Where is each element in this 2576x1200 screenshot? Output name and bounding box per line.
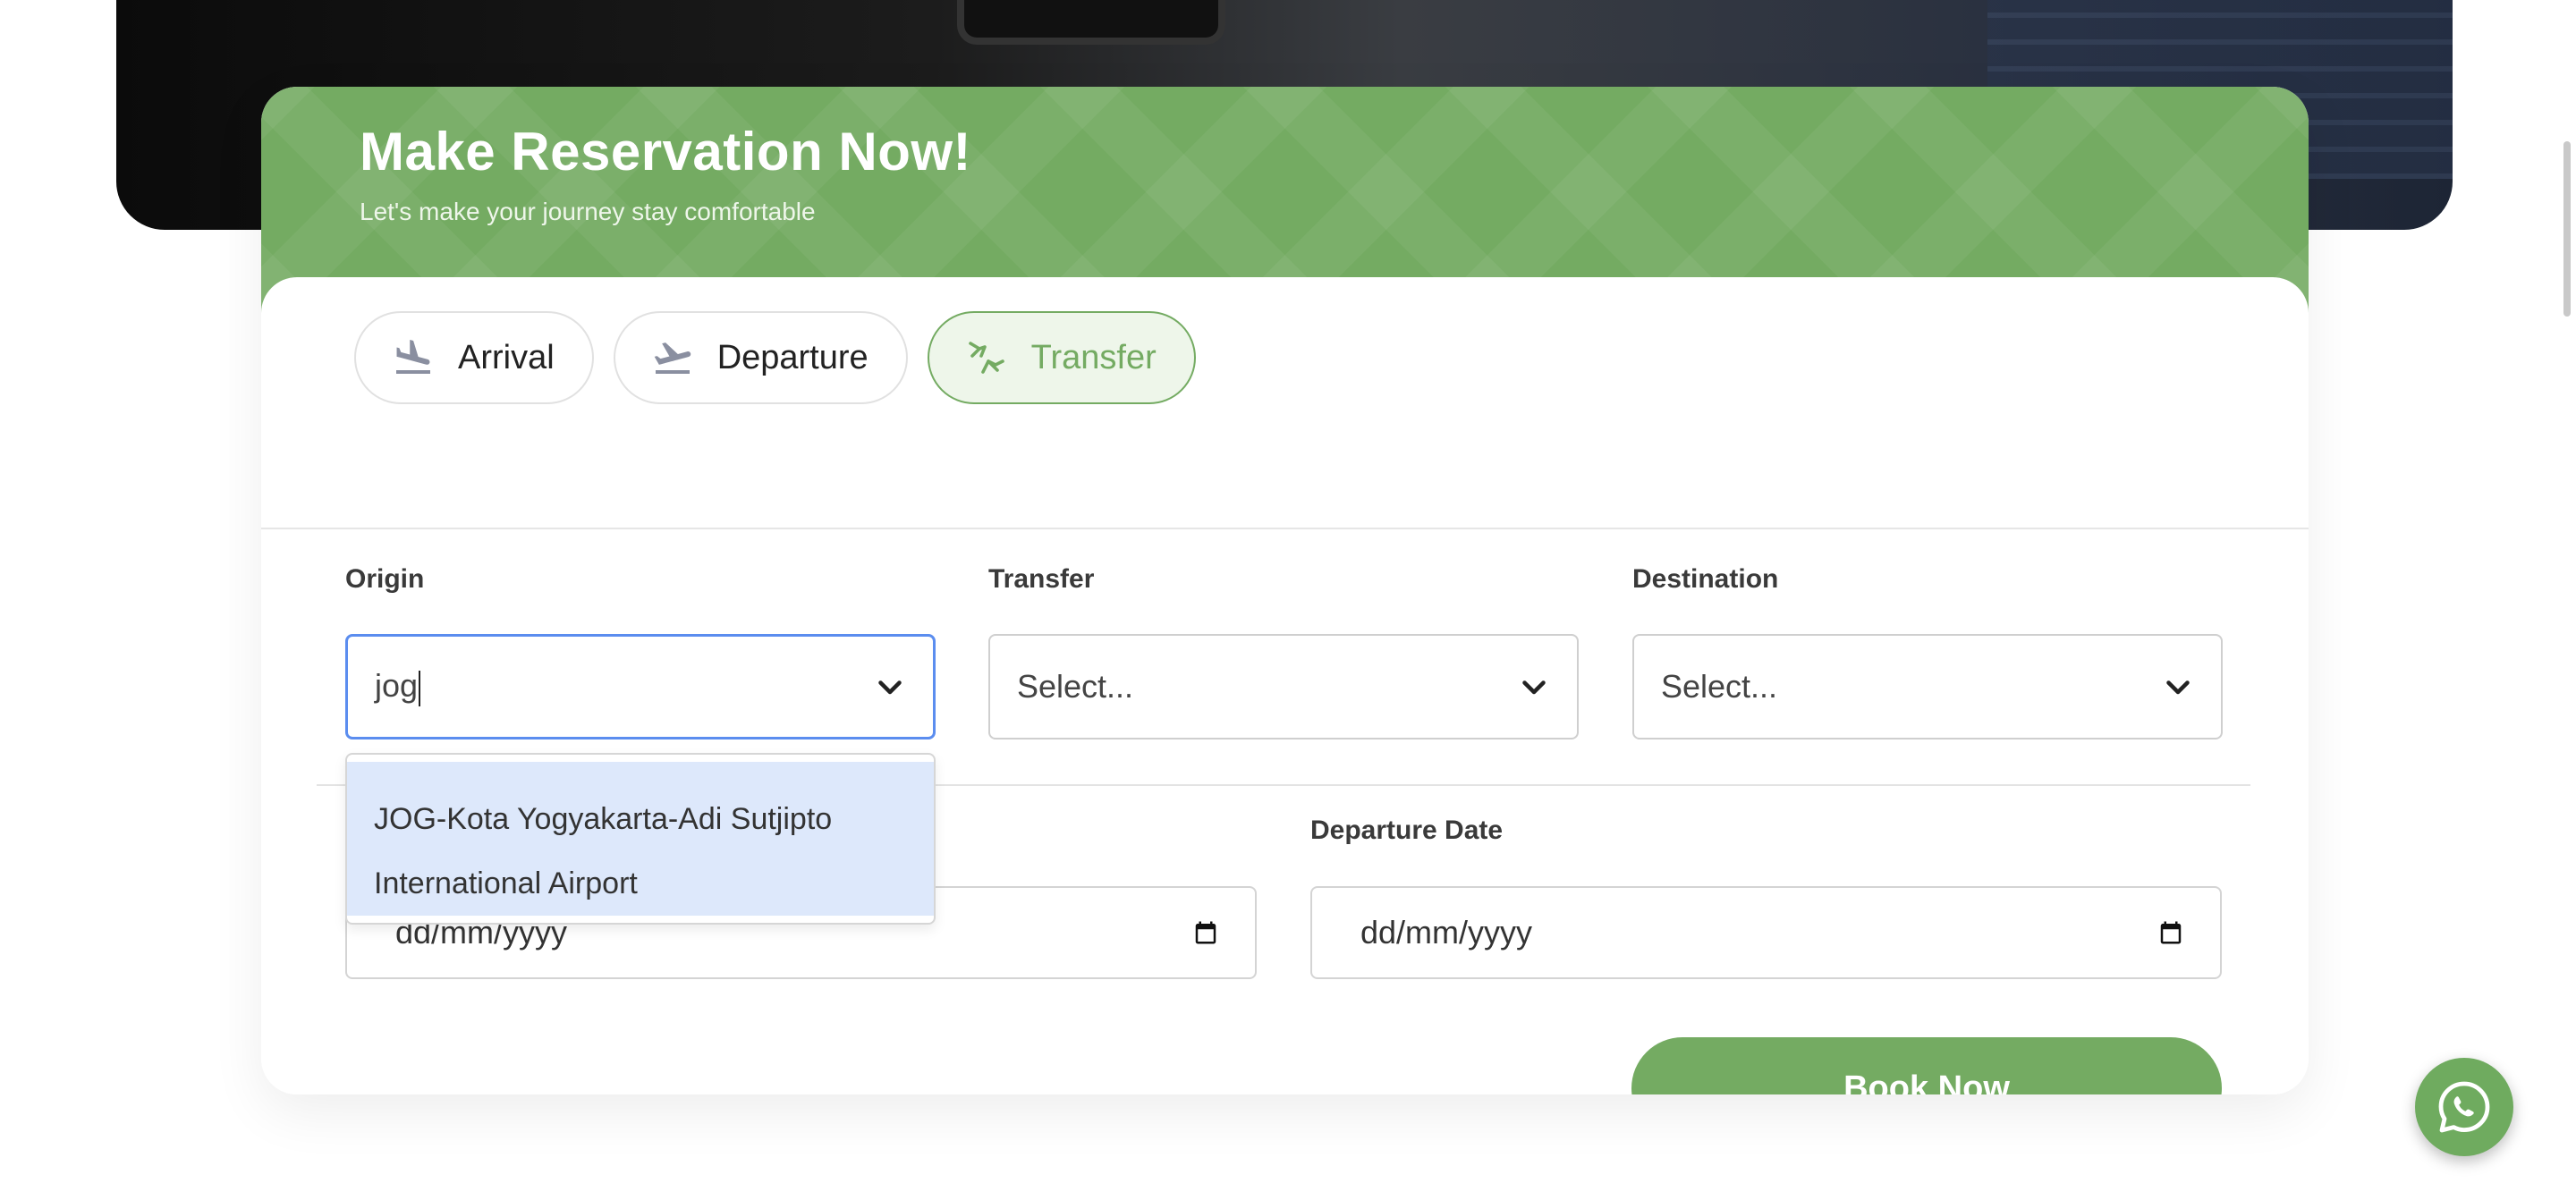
- destination-select[interactable]: Select...: [1632, 634, 2223, 739]
- tab-transfer[interactable]: Transfer: [927, 311, 1196, 404]
- plane-landing-icon: [392, 336, 435, 379]
- trip-type-tabs: Arrival Departure Transfer: [354, 311, 1196, 404]
- dropdown-option-line1: JOG-Kota Yogyakarta-Adi Sutjipto: [374, 802, 833, 836]
- tab-arrival-label: Arrival: [458, 338, 555, 376]
- chevron-down-icon[interactable]: [1518, 671, 1550, 703]
- card-subtitle: Let's make your journey stay comfortable: [360, 198, 816, 225]
- calendar-icon[interactable]: [2157, 919, 2184, 946]
- card-title: Make Reservation Now!: [360, 122, 972, 182]
- plane-transfer-icon: [965, 336, 1008, 379]
- tab-departure-label: Departure: [716, 338, 869, 376]
- reservation-card: Make Reservation Now! Let's make your jo…: [261, 87, 2309, 1094]
- departure-date-input[interactable]: dd/mm/yyyy: [1310, 886, 2222, 979]
- plane-takeoff-icon: [651, 336, 694, 379]
- destination-label: Destination: [1632, 564, 1779, 594]
- tab-transfer-label: Transfer: [1030, 338, 1157, 376]
- tab-arrival[interactable]: Arrival: [354, 311, 594, 404]
- transfer-select-value: Select...: [1017, 668, 1134, 705]
- chevron-down-icon[interactable]: [2162, 671, 2194, 703]
- book-now-button[interactable]: Book Now: [1631, 1037, 2222, 1094]
- card-body: Arrival Departure Transfer Origin Transf…: [261, 277, 2309, 1094]
- origin-dropdown-menu: JOG-Kota Yogyakarta-Adi Sutjipto Interna…: [345, 753, 936, 925]
- transfer-select[interactable]: Select...: [988, 634, 1579, 739]
- calendar-icon[interactable]: [1192, 919, 1219, 946]
- chevron-down-icon[interactable]: [874, 671, 906, 703]
- tab-departure[interactable]: Departure: [613, 311, 908, 404]
- origin-input[interactable]: jog: [375, 667, 418, 704]
- transfer-label: Transfer: [988, 564, 1095, 594]
- origin-input-wrap[interactable]: jog: [375, 667, 874, 706]
- page-scrollbar[interactable]: [2563, 141, 2571, 317]
- whatsapp-button[interactable]: [2415, 1058, 2513, 1156]
- page: Make Reservation Now! Let's make your jo…: [0, 0, 2576, 1200]
- hero-device-graphic: [957, 0, 1225, 45]
- dropdown-option[interactable]: JOG-Kota Yogyakarta-Adi Sutjipto Interna…: [347, 762, 934, 916]
- departure-date-placeholder: dd/mm/yyyy: [1360, 914, 1533, 951]
- whatsapp-icon: [2436, 1078, 2493, 1136]
- destination-select-value: Select...: [1661, 668, 1778, 705]
- dropdown-option-line2: International Airport: [374, 866, 638, 900]
- text-caret: [419, 670, 421, 706]
- origin-label: Origin: [345, 564, 425, 594]
- departure-date-label: Departure Date: [1310, 815, 1504, 845]
- origin-select[interactable]: jog: [345, 634, 936, 739]
- tabs-divider: [261, 528, 2309, 529]
